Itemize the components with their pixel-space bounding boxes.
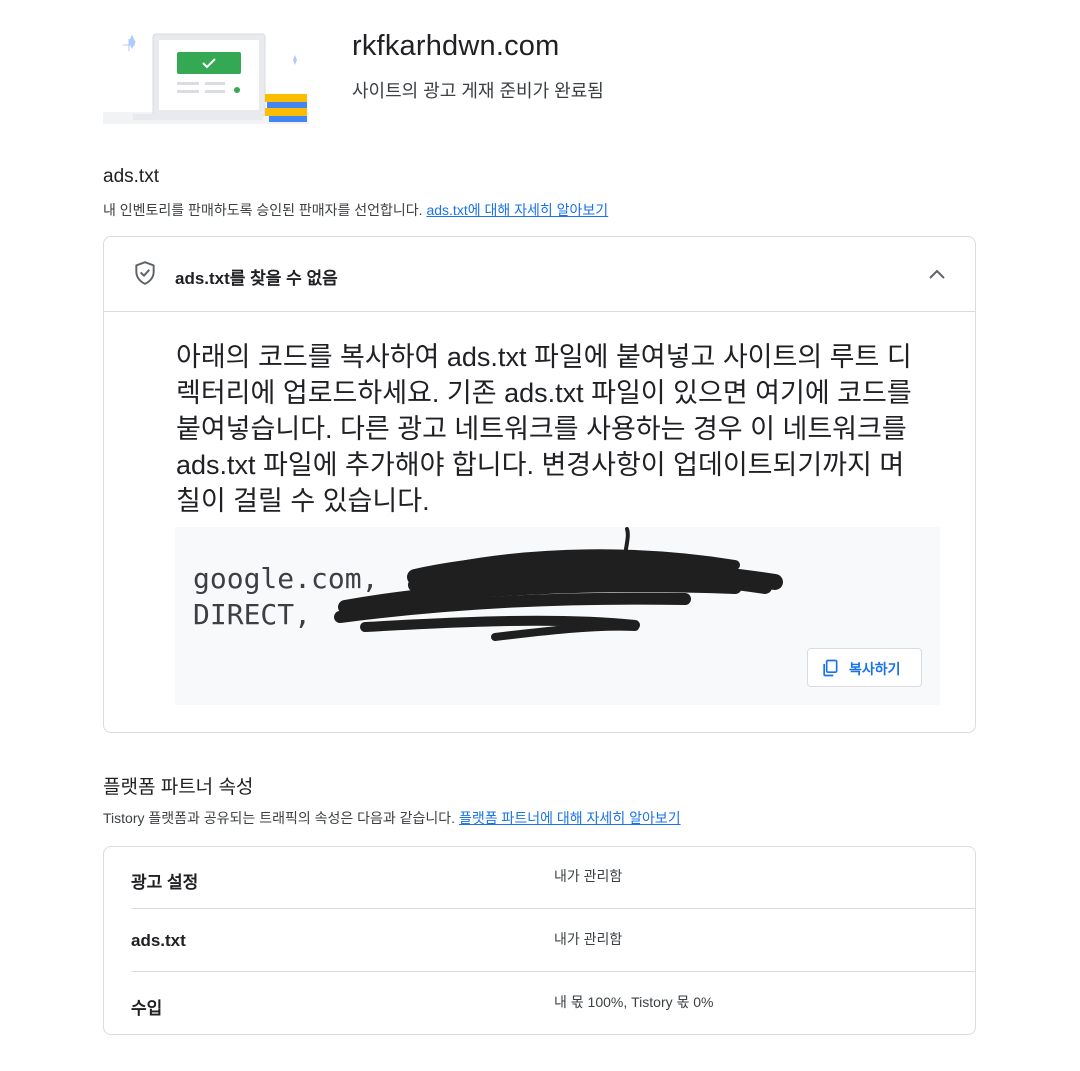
site-header: rkfkarhdwn.com 사이트의 광고 게재 준비가 완료됨 (103, 22, 983, 126)
platform-properties-card: 광고 설정 내가 관리함 ads.txt 내가 관리함 수입 내 몫 100%,… (103, 846, 976, 1035)
platform-section-title: 플랫폼 파트너 속성 (103, 777, 254, 798)
ads-txt-code-block: google.com, DIRECT, 복사하기 (175, 527, 940, 705)
platform-description-text: Tistory 플랫폼과 공유되는 트래픽의 속성은 다음과 같습니다. (103, 810, 459, 826)
ads-txt-card: ads.txt를 찾을 수 없음 아래의 코드를 복사하여 ads.txt 파일… (103, 236, 976, 733)
copy-button[interactable]: 복사하기 (807, 648, 922, 687)
property-label: 수입 (131, 999, 163, 1018)
ads-txt-instructions: 아래의 코드를 복사하여 ads.txt 파일에 붙여넣고 사이트의 루트 디렉… (176, 342, 912, 516)
ads-txt-status-label: ads.txt를 찾을 수 없음 (175, 269, 338, 288)
ads-txt-section-title: ads.txt (103, 166, 159, 187)
ads-txt-section-description: 내 인벤토리를 판매하도록 승인된 판매자를 선언합니다. ads.txt에 대… (103, 200, 608, 220)
site-status: 사이트의 광고 게재 준비가 완료됨 (352, 81, 604, 101)
ads-txt-learn-more-link[interactable]: ads.txt에 대해 자세히 알아보기 (426, 202, 608, 218)
property-row: ads.txt 내가 관리함 (131, 910, 976, 972)
copy-icon (823, 659, 838, 677)
site-ready-illustration (103, 33, 309, 124)
ads-txt-description-text: 내 인벤토리를 판매하도록 승인된 판매자를 선언합니다. (103, 202, 427, 218)
ads-txt-card-header[interactable]: ads.txt를 찾을 수 없음 (104, 237, 975, 312)
platform-learn-more-link[interactable]: 플랫폼 파트너에 대해 자세히 알아보기 (459, 810, 681, 826)
property-label: 광고 설정 (131, 873, 199, 892)
property-value: 내 몫 100%, Tistory 몫 0% (554, 994, 714, 1010)
property-row: 광고 설정 내가 관리함 (131, 847, 976, 909)
platform-section-description: Tistory 플랫폼과 공유되는 트래픽의 속성은 다음과 같습니다. 플랫폼… (103, 808, 681, 828)
copy-button-label: 복사하기 (849, 661, 901, 677)
property-value: 내가 관리함 (554, 931, 623, 947)
chevron-up-icon[interactable] (925, 263, 949, 287)
redaction-scribble (334, 527, 783, 641)
property-label: ads.txt (131, 931, 186, 950)
code-line-2: DIRECT, (193, 598, 312, 631)
property-row: 수입 내 몫 100%, Tistory 몫 0% (131, 973, 976, 1035)
property-value: 내가 관리함 (554, 868, 623, 884)
shield-check-icon (135, 261, 155, 285)
site-domain: rkfkarhdwn.com (352, 30, 560, 62)
